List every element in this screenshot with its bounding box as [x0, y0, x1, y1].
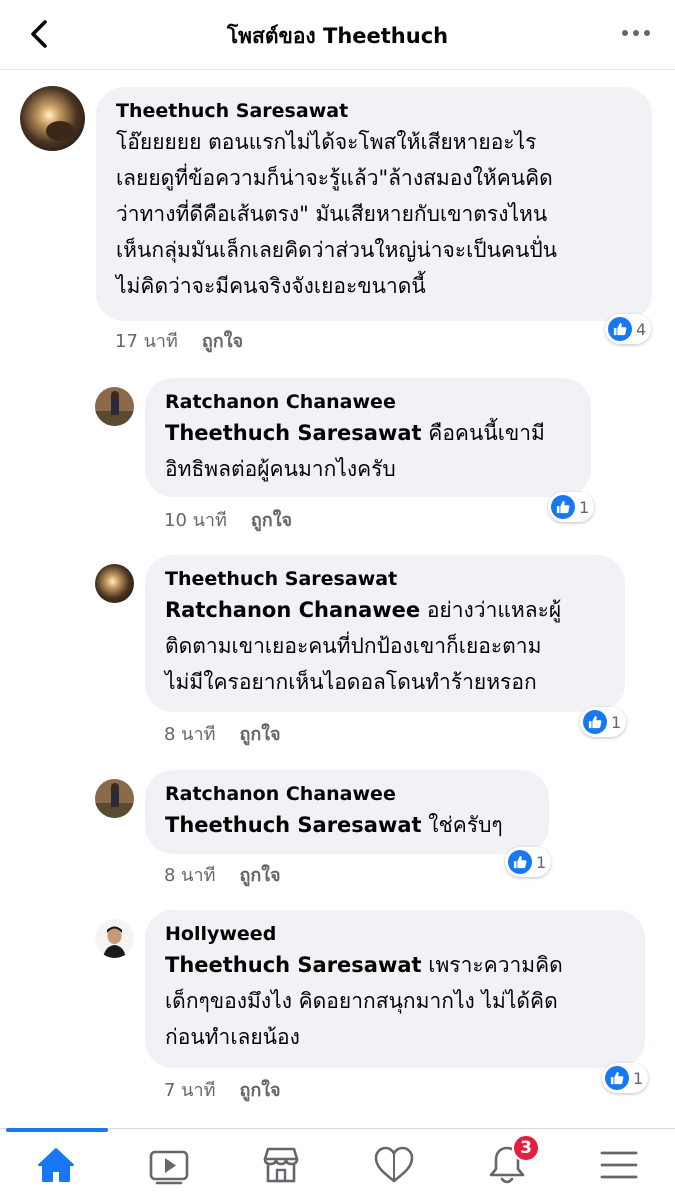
comment-text: Theethuch Saresawat คือคนนี้เขามี อิทธิพ…	[165, 421, 545, 481]
comment-bubble[interactable]: Hollyweed Theethuch Saresawat เพราะความค…	[145, 910, 645, 1068]
avatar[interactable]	[95, 387, 134, 426]
avatar[interactable]	[95, 779, 134, 818]
thumbs-up-icon	[508, 850, 532, 874]
comment-time: 17 นาที	[115, 331, 178, 352]
reaction-count[interactable]: 1	[548, 492, 595, 522]
reaction-count[interactable]: 1	[505, 847, 552, 877]
comment-bubble[interactable]: Theethuch Saresawat โอ๊ยยยยย ตอนแรกไม่ได…	[96, 87, 652, 321]
comment-meta: 7 นาที ถูกใจ	[164, 1075, 281, 1104]
reaction-count[interactable]: 4	[605, 314, 652, 344]
comment-time: 8 นาที	[164, 724, 216, 745]
comment-meta: 8 นาที ถูกใจ	[164, 860, 281, 889]
comment-text: Theethuch Saresawat เพราะความคิด เด็กๆขอ…	[165, 953, 563, 1049]
nav-home[interactable]	[34, 1143, 78, 1187]
reaction-count-number: 1	[579, 497, 590, 517]
like-button[interactable]: ถูกใจ	[239, 865, 280, 886]
reaction-count[interactable]: 1	[580, 707, 627, 737]
nav-dating[interactable]	[372, 1143, 416, 1187]
top-bar: โพสต์ของ Theethuch	[0, 0, 675, 70]
thumbs-up-icon	[551, 495, 575, 519]
more-options-button[interactable]	[619, 22, 653, 44]
page-title: โพสต์ของ Theethuch	[226, 24, 449, 48]
comment-author[interactable]: Theethuch Saresawat	[165, 566, 605, 592]
comment-bubble[interactable]: Theethuch Saresawat Ratchanon Chanawee อ…	[145, 555, 625, 712]
menu-icon	[600, 1151, 638, 1179]
comment-author[interactable]: Hollyweed	[165, 921, 625, 947]
comment-text: โอ๊ยยยยย ตอนแรกไม่ได้จะโพสให้เสียหายอะไร…	[116, 130, 558, 298]
comment-author[interactable]: Ratchanon Chanawee	[165, 781, 529, 807]
mention-link[interactable]: Theethuch Saresawat	[165, 953, 422, 977]
comment-meta: 8 นาที ถูกใจ	[164, 719, 281, 748]
mention-link[interactable]: Ratchanon Chanawee	[165, 598, 420, 622]
dating-heart-icon	[374, 1146, 414, 1183]
comment-meta: 10 นาที ถูกใจ	[164, 505, 292, 534]
reaction-count-number: 1	[611, 712, 622, 732]
comment-time: 10 นาที	[164, 510, 227, 531]
marketplace-icon	[263, 1147, 299, 1183]
thumbs-up-icon	[608, 317, 632, 341]
thumbs-up-icon	[605, 1066, 629, 1090]
reaction-count-number: 1	[633, 1068, 644, 1088]
like-button[interactable]: ถูกใจ	[239, 724, 280, 745]
nav-watch[interactable]	[147, 1143, 191, 1187]
comment-time: 7 นาที	[164, 1080, 216, 1101]
comment-time: 8 นาที	[164, 865, 216, 886]
reaction-count-number: 4	[636, 319, 647, 339]
comment-meta: 17 นาที ถูกใจ	[115, 326, 243, 355]
comment-text: Ratchanon Chanawee อย่างว่าแหละผู้ ติดตา…	[165, 598, 562, 694]
reaction-count-number: 1	[536, 852, 547, 872]
mention-link[interactable]: Theethuch Saresawat	[165, 421, 422, 445]
home-icon	[38, 1148, 74, 1182]
comment-bubble[interactable]: Ratchanon Chanawee Theethuch Saresawat ค…	[145, 378, 591, 497]
bottom-nav-bar: 3	[0, 1128, 675, 1200]
more-dots-icon	[622, 30, 650, 36]
nav-marketplace[interactable]	[259, 1143, 303, 1187]
avatar[interactable]	[20, 86, 85, 151]
comment-text: Theethuch Saresawat ใช่ครับๆ	[165, 813, 503, 837]
avatar[interactable]	[95, 564, 134, 603]
notification-badge: 3	[512, 1134, 540, 1162]
video-icon	[149, 1150, 189, 1185]
mention-link[interactable]: Theethuch Saresawat	[165, 813, 422, 837]
comment-author[interactable]: Theethuch Saresawat	[116, 98, 632, 124]
active-tab-indicator	[6, 1128, 108, 1132]
like-button[interactable]: ถูกใจ	[251, 510, 292, 531]
like-button[interactable]: ถูกใจ	[202, 331, 243, 352]
avatar[interactable]	[95, 919, 134, 958]
nav-menu[interactable]	[597, 1143, 641, 1187]
comment-author[interactable]: Ratchanon Chanawee	[165, 389, 571, 415]
reaction-count[interactable]: 1	[602, 1063, 649, 1093]
comment-bubble[interactable]: Ratchanon Chanawee Theethuch Saresawat ใ…	[145, 770, 549, 854]
like-button[interactable]: ถูกใจ	[239, 1080, 280, 1101]
thumbs-up-icon	[583, 710, 607, 734]
